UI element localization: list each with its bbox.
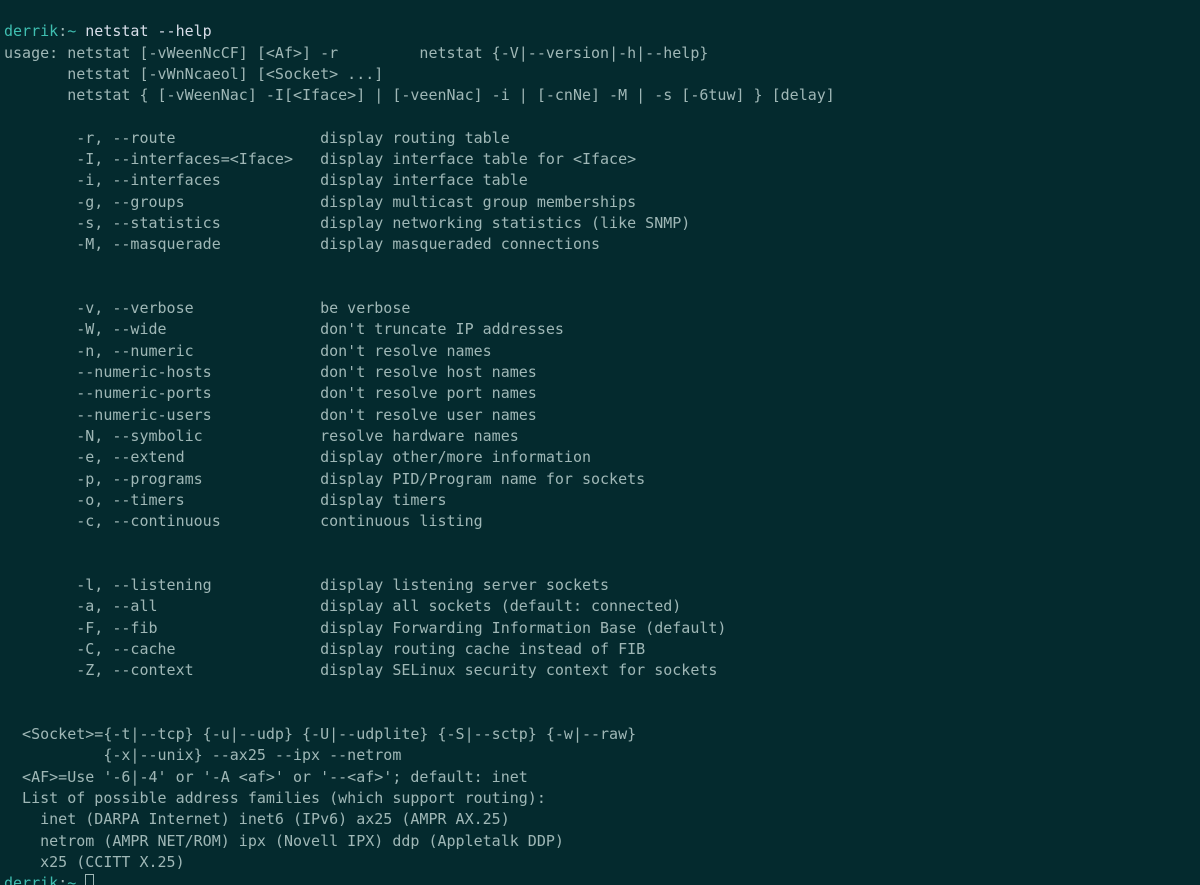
option-line: -a, --all display all sockets (default: … — [4, 597, 681, 615]
usage-line: netstat { [-vWeenNac] -I[<Iface>] | [-ve… — [4, 86, 835, 104]
option-line: -n, --numeric don't resolve names — [4, 342, 492, 360]
option-line: --numeric-hosts don't resolve host names — [4, 363, 537, 381]
blank-line — [4, 278, 13, 296]
option-line: -e, --extend display other/more informat… — [4, 448, 591, 466]
entered-command: netstat --help — [85, 22, 211, 40]
option-line: -F, --fib display Forwarding Information… — [4, 619, 726, 637]
terminal-output[interactable]: derrik:~ netstat --help usage: netstat [… — [0, 0, 1200, 885]
option-line: -M, --masquerade display masqueraded con… — [4, 235, 600, 253]
footer-line: netrom (AMPR NET/ROM) ipx (Novell IPX) d… — [4, 832, 564, 850]
prompt-sep: : — [58, 22, 67, 40]
footer-line: List of possible address families (which… — [4, 789, 546, 807]
option-line: -l, --listening display listening server… — [4, 576, 609, 594]
option-line: -p, --programs display PID/Program name … — [4, 470, 645, 488]
footer-line: x25 (CCITT X.25) — [4, 853, 185, 871]
option-line: -c, --continuous continuous listing — [4, 512, 483, 530]
option-line: -v, --verbose be verbose — [4, 299, 410, 317]
option-line: -Z, --context display SELinux security c… — [4, 661, 717, 679]
prompt-user: derrik — [4, 22, 58, 40]
option-line: -i, --interfaces display interface table — [4, 171, 528, 189]
cursor-icon[interactable] — [85, 874, 94, 885]
footer-line: inet (DARPA Internet) inet6 (IPv6) ax25 … — [4, 810, 510, 828]
prompt-sep: : — [58, 874, 67, 885]
option-line: -s, --statistics display networking stat… — [4, 214, 690, 232]
prompt-path: ~ — [67, 874, 76, 885]
option-line: -C, --cache display routing cache instea… — [4, 640, 645, 658]
prompt-line-1: derrik:~ netstat --help — [4, 22, 212, 40]
option-line: -W, --wide don't truncate IP addresses — [4, 320, 564, 338]
option-line: -g, --groups display multicast group mem… — [4, 193, 636, 211]
blank-line — [4, 555, 13, 573]
usage-line: usage: netstat [-vWeenNcCF] [<Af>] -r ne… — [4, 44, 708, 62]
blank-line — [4, 704, 13, 722]
prompt-path: ~ — [67, 22, 76, 40]
option-line: -r, --route display routing table — [4, 129, 510, 147]
footer-line: <Socket>={-t|--tcp} {-u|--udp} {-U|--udp… — [4, 725, 636, 743]
usage-line: netstat [-vWnNcaeol] [<Socket> ...] — [4, 65, 383, 83]
option-line: -I, --interfaces=<Iface> display interfa… — [4, 150, 636, 168]
option-line: -N, --symbolic resolve hardware names — [4, 427, 519, 445]
footer-line: <AF>=Use '-6|-4' or '-A <af>' or '--<af>… — [4, 768, 528, 786]
option-line: -o, --timers display timers — [4, 491, 447, 509]
footer-line: {-x|--unix} --ax25 --ipx --netrom — [4, 746, 401, 764]
prompt-user: derrik — [4, 874, 58, 885]
prompt-line-2[interactable]: derrik:~ — [4, 874, 94, 885]
option-line: --numeric-users don't resolve user names — [4, 406, 537, 424]
option-line: --numeric-ports don't resolve port names — [4, 384, 537, 402]
blank-line — [4, 107, 13, 125]
